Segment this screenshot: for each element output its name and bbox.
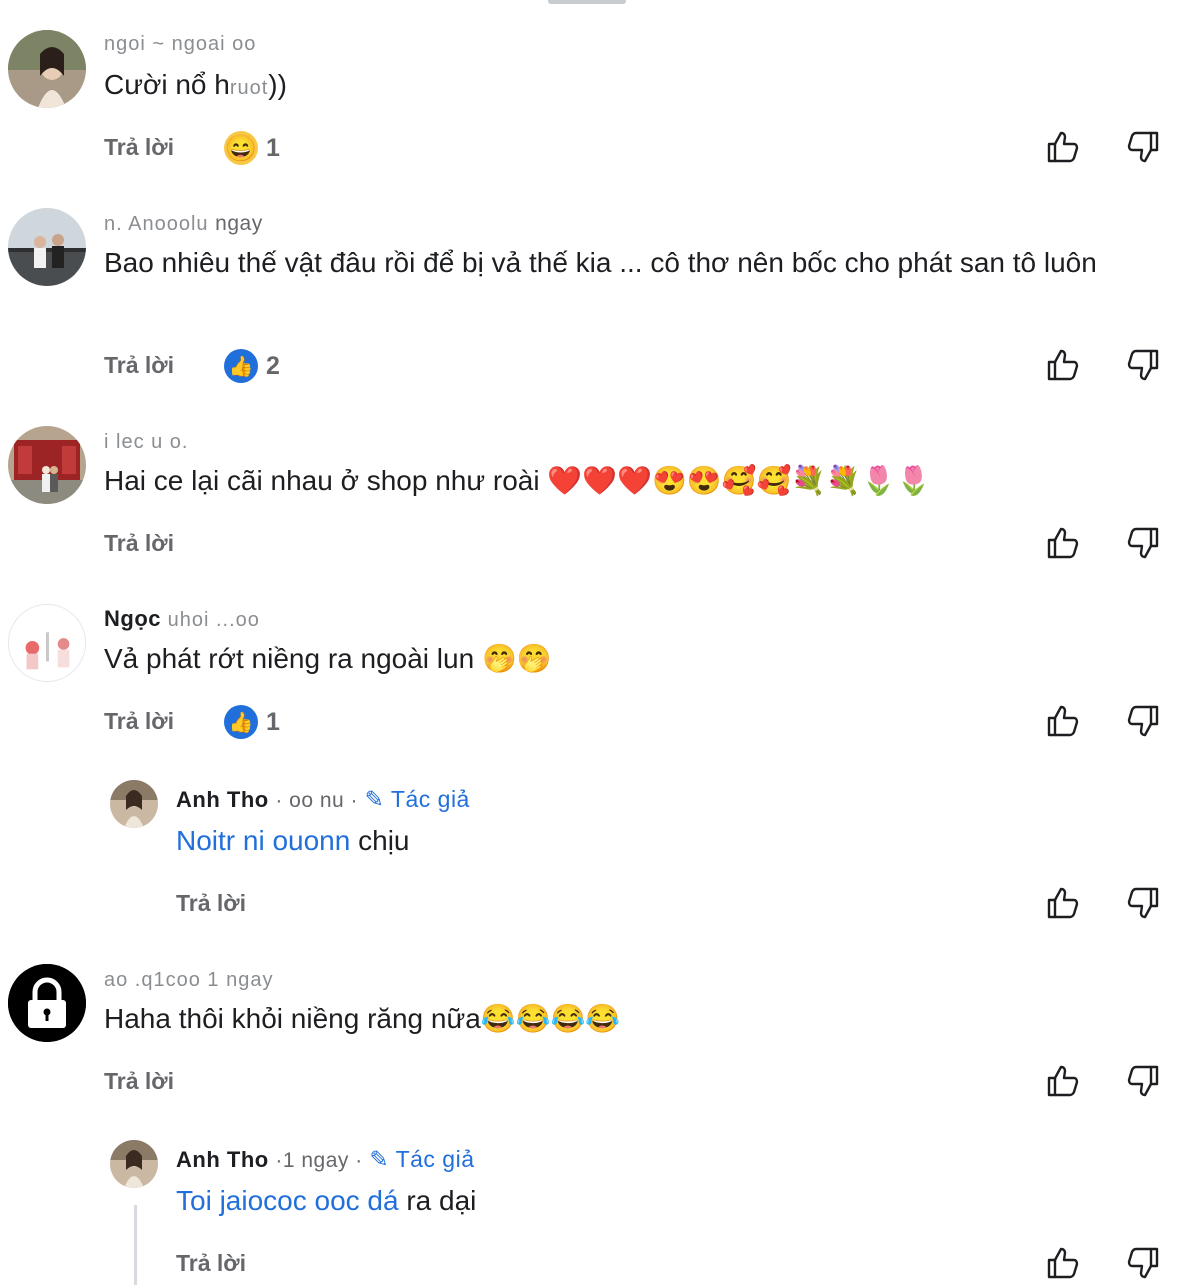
avatar[interactable] [110, 780, 158, 828]
thumbs-up-icon[interactable] [1045, 885, 1081, 921]
mention-link[interactable]: Toi jaiococ ooc dá [176, 1185, 399, 1216]
like-reaction-icon: 👍 [224, 349, 258, 383]
comment-text: Vả phát rớt niềng ra ngoài lun 🤭🤭 [104, 643, 552, 674]
mention-link[interactable]: Noitr ni ouonn [176, 825, 350, 856]
avatar[interactable] [8, 964, 86, 1042]
sheet-handle[interactable] [548, 0, 626, 4]
author-badge: ✎ Tác giả [364, 786, 470, 812]
reaction-count: 2 [266, 351, 280, 380]
comment-author[interactable]: Anh Tho · oo nu · ✎ Tác giả [176, 786, 470, 813]
lock-icon [8, 964, 86, 1042]
comment-author[interactable]: n. Anooolu ngay [104, 210, 263, 236]
thumbs-up-icon[interactable] [1045, 1063, 1081, 1099]
comment-author[interactable]: Ngọc uhoi ...oo [104, 606, 260, 632]
reply-button[interactable]: Trả lời [104, 1068, 174, 1095]
thumbs-down-icon[interactable] [1125, 703, 1161, 739]
reaction-summary[interactable]: 👍 1 [224, 705, 280, 739]
thumbs-down-icon[interactable] [1125, 1063, 1161, 1099]
thumbs-down-icon[interactable] [1125, 525, 1161, 561]
comment-text: Toi jaiococ ooc dá ra dại [176, 1185, 477, 1216]
avatar[interactable] [8, 30, 86, 108]
reaction-summary[interactable]: 👍 2 [224, 349, 280, 383]
like-reaction-icon: 👍 [224, 705, 258, 739]
avatar[interactable] [8, 604, 86, 682]
thumbs-up-icon[interactable] [1045, 703, 1081, 739]
reply-button[interactable]: Trả lời [104, 134, 174, 161]
reaction-summary[interactable]: 😄 1 [224, 131, 280, 165]
thumbs-up-icon[interactable] [1045, 347, 1081, 383]
comment-author[interactable]: ngoi ~ ngoai oo [104, 30, 256, 56]
comment-text: Cười nổ hruot)) [104, 69, 287, 100]
thumbs-down-icon[interactable] [1125, 129, 1161, 165]
comment-author[interactable]: ao .q1coo 1 ngay [104, 966, 273, 992]
comment-text: Noitr ni ouonn chịu [176, 825, 410, 856]
thumbs-up-icon[interactable] [1045, 525, 1081, 561]
thumbs-down-icon[interactable] [1125, 347, 1161, 383]
comment-text: Hai ce lại cãi nhau ở shop như roài ❤️❤️… [104, 465, 931, 496]
thumbs-up-icon[interactable] [1045, 129, 1081, 165]
avatar[interactable] [110, 1140, 158, 1188]
reply-button[interactable]: Trả lời [104, 352, 174, 379]
reaction-count: 1 [266, 133, 280, 162]
reply-button[interactable]: Trả lời [176, 890, 246, 917]
haha-reaction-icon: 😄 [224, 131, 258, 165]
avatar[interactable] [8, 426, 86, 504]
comment-author[interactable]: i lec u o. [104, 428, 188, 454]
reply-button[interactable]: Trả lời [104, 530, 174, 557]
reaction-count: 1 [266, 707, 280, 736]
thread-line [134, 1205, 137, 1285]
reply-button[interactable]: Trả lời [104, 708, 174, 735]
author-badge: ✎ Tác giả [369, 1146, 475, 1172]
avatar[interactable] [8, 208, 86, 286]
comment-text: Bao nhiêu thế vật đâu rồi để bị vả thế k… [104, 247, 1097, 278]
thumbs-down-icon[interactable] [1125, 1245, 1161, 1281]
thumbs-up-icon[interactable] [1045, 1245, 1081, 1281]
comment-text: Haha thôi khỏi niềng răng nữa😂😂😂😂 [104, 1003, 621, 1034]
thumbs-down-icon[interactable] [1125, 885, 1161, 921]
reply-button[interactable]: Trả lời [176, 1250, 246, 1277]
comment-author[interactable]: Anh Tho ·1 ngay · ✎ Tác giả [176, 1146, 475, 1173]
